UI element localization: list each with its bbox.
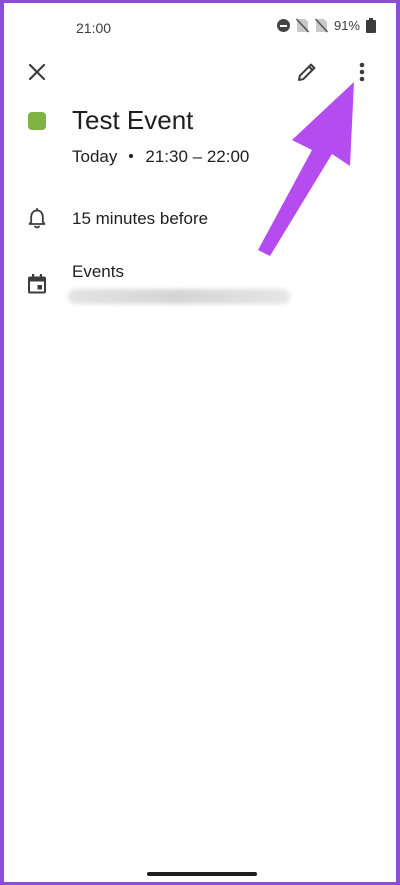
- separator-dot: [129, 153, 134, 158]
- do-not-disturb-icon: [276, 19, 290, 32]
- battery-icon: [366, 18, 376, 33]
- calendar-icon: [24, 271, 50, 297]
- no-sim-icon: [295, 18, 309, 33]
- home-indicator[interactable]: [147, 872, 257, 876]
- no-sim-icon: [314, 18, 328, 33]
- bell-icon: [24, 206, 50, 232]
- status-bar: 21:00 91%: [4, 3, 396, 53]
- event-detail-screen: 21:00 91% Test Event Today 21:30 – 22:00…: [4, 3, 396, 882]
- calendar-name: Events: [72, 262, 124, 281]
- status-time: 21:00: [76, 20, 112, 36]
- event-day: Today: [72, 147, 118, 166]
- event-color-swatch: [28, 112, 46, 130]
- close-icon: [28, 63, 46, 81]
- annotation-arrow-icon: [258, 82, 354, 256]
- account-email-blurred: [68, 289, 290, 304]
- battery-percentage: 91%: [333, 18, 360, 33]
- status-icons: 91%: [276, 18, 376, 33]
- close-button[interactable]: [17, 52, 57, 92]
- event-time-range: 21:30 – 22:00: [145, 147, 250, 166]
- reminder-text: 15 minutes before: [72, 209, 209, 228]
- event-time: Today 21:30 – 22:00: [72, 147, 249, 167]
- event-title: Test Event: [72, 105, 194, 135]
